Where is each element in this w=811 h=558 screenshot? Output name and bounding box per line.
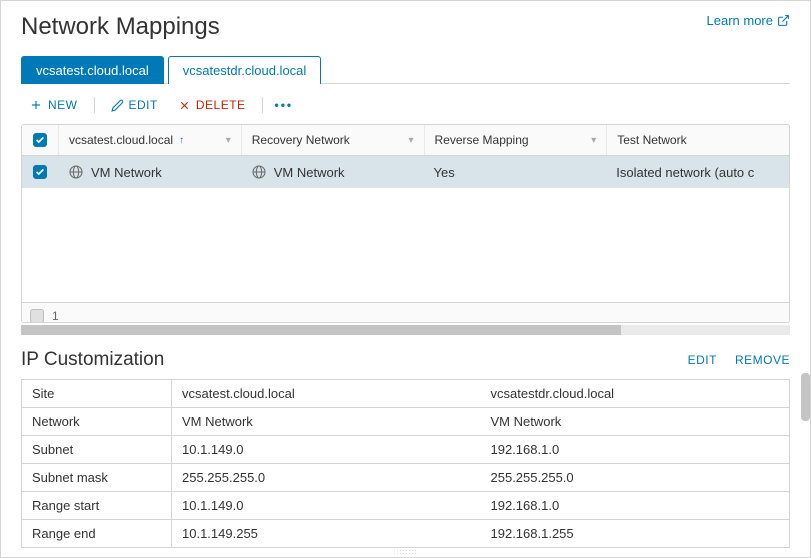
grid-footer: 1 [22,302,789,323]
column-header-reverse[interactable]: Reverse Mapping ▾ [424,125,607,155]
ellipsis-icon: ••• [275,98,294,112]
ip-customization-table: Site vcsatest.cloud.local vcsatestdr.clo… [21,379,790,548]
ip-value-2: 192.168.1.0 [481,492,790,519]
ip-value-1: 255.255.255.0 [172,464,481,491]
column-header-source[interactable]: vcsatest.cloud.local ↑ ▾ [58,125,241,155]
new-button[interactable]: NEW [21,94,86,116]
ip-row-subnet: Subnet 10.1.149.0 192.168.1.0 [22,436,789,464]
cell-source-network: VM Network [91,165,162,180]
ip-row-subnet-mask: Subnet mask 255.255.255.0 255.255.255.0 [22,464,789,492]
ip-value-1: 10.1.149.0 [172,492,481,519]
column-header-text: Reverse Mapping [435,133,529,147]
ip-row-range-end: Range end 10.1.149.255 192.168.1.255 [22,520,789,548]
mappings-grid: vcsatest.cloud.local ↑ ▾ Recovery Networ… [21,124,790,323]
network-icon [68,164,84,180]
ip-value-1: 10.1.149.255 [172,520,481,547]
toolbar: NEW EDIT DELETE ••• [21,94,790,116]
filter-icon[interactable]: ▾ [226,135,231,146]
right-scrollbar-thumb[interactable] [801,373,810,421]
page-title: Network Mappings [21,13,220,41]
table-row[interactable]: VM Network VM Network Yes Isolated netwo… [22,156,789,188]
toolbar-separator [94,97,95,113]
ip-row-range-start: Range start 10.1.149.0 192.168.1.0 [22,492,789,520]
ip-remove-button[interactable]: REMOVE [735,353,790,367]
ip-label: Range start [22,492,172,519]
footer-select-toggle[interactable] [30,309,44,323]
x-icon [178,99,191,112]
ip-value-2: 192.168.1.0 [481,436,790,463]
pencil-icon [111,99,124,112]
plus-icon [29,98,43,112]
ip-value-2: 192.168.1.255 [481,520,790,547]
ip-label: Subnet mask [22,464,172,491]
column-header-recovery[interactable]: Recovery Network ▾ [241,125,424,155]
filter-icon[interactable]: ▾ [591,135,596,146]
ip-value-2: 255.255.255.0 [481,464,790,491]
ip-row-network: Network VM Network VM Network [22,408,789,436]
ip-row-site: Site vcsatest.cloud.local vcsatestdr.clo… [22,380,789,408]
learn-more-link[interactable]: Learn more [707,13,790,28]
ip-value-1: VM Network [172,408,481,435]
select-all-checkbox[interactable] [33,133,47,147]
cell-reverse-mapping: Yes [434,165,455,180]
horizontal-scrollbar[interactable] [21,325,790,335]
footer-count: 1 [52,309,59,323]
scrollbar-thumb[interactable] [21,325,621,335]
edit-label: EDIT [129,98,158,112]
grid-header: vcsatest.cloud.local ↑ ▾ Recovery Networ… [22,125,789,156]
ip-value-2: vcsatestdr.cloud.local [481,380,790,407]
resize-handle[interactable]: :::::::: [21,548,790,557]
ip-label: Subnet [22,436,172,463]
edit-button[interactable]: EDIT [103,94,166,116]
cell-test-network: Isolated network (auto c [616,165,754,180]
grid-body: VM Network VM Network Yes Isolated netwo… [22,156,789,302]
new-label: NEW [48,98,78,112]
column-header-text: Recovery Network [252,133,350,147]
row-checkbox[interactable] [33,165,47,179]
site-tabs: vcsatest.cloud.local vcsatestdr.cloud.lo… [21,55,790,84]
ip-label: Range end [22,520,172,547]
sort-asc-icon: ↑ [179,135,184,146]
more-actions-button[interactable]: ••• [271,94,298,116]
tab-site-1[interactable]: vcsatest.cloud.local [21,56,164,84]
ip-value-2: VM Network [481,408,790,435]
delete-button[interactable]: DELETE [170,94,254,116]
ip-value-1: vcsatest.cloud.local [172,380,481,407]
delete-label: DELETE [196,98,246,112]
ip-label: Site [22,380,172,407]
ip-edit-button[interactable]: EDIT [688,353,717,367]
toolbar-separator [262,97,263,113]
ip-value-1: 10.1.149.0 [172,436,481,463]
ip-panel-title: IP Customization [21,349,164,371]
learn-more-text: Learn more [707,13,773,28]
external-link-icon [777,14,790,27]
network-icon [251,164,267,180]
column-header-test[interactable]: Test Network [606,125,789,155]
column-header-text: Test Network [617,133,686,147]
cell-recovery-network: VM Network [274,165,345,180]
filter-icon[interactable]: ▾ [408,135,413,146]
column-header-text: vcsatest.cloud.local [69,133,173,147]
ip-label: Network [22,408,172,435]
tab-site-2[interactable]: vcsatestdr.cloud.local [168,56,322,84]
